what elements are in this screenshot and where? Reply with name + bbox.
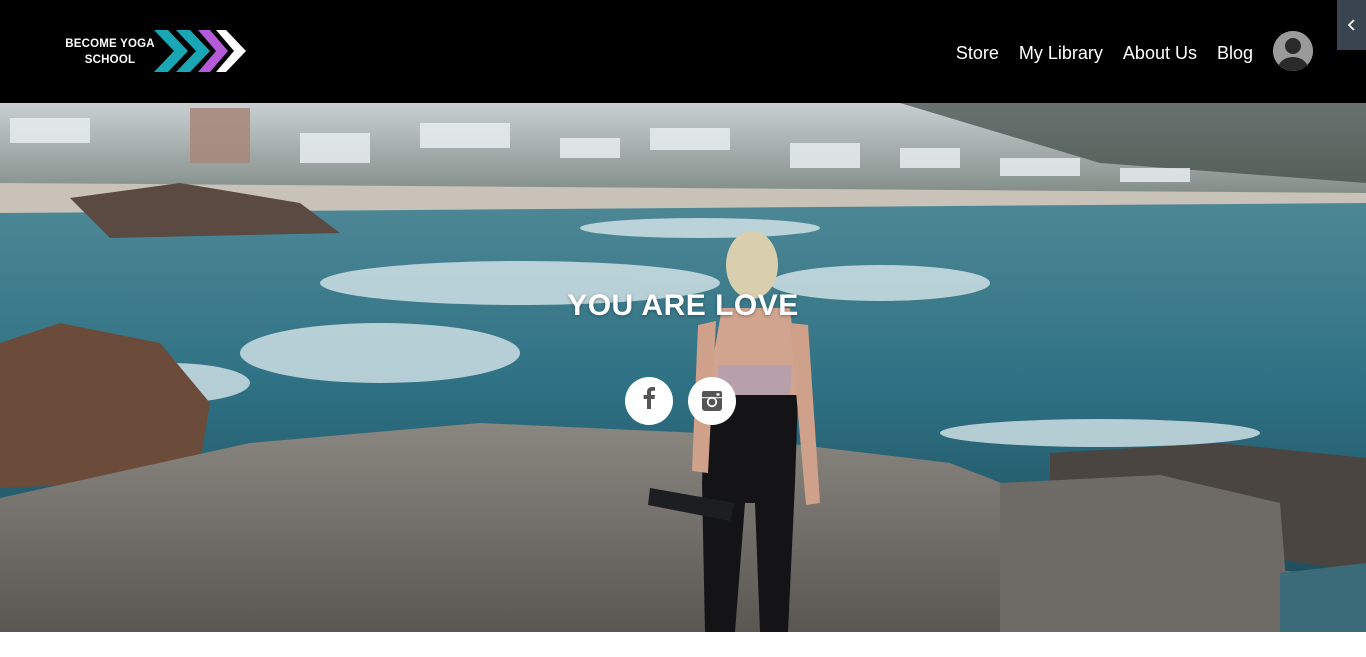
hero-background-image [0,103,1366,632]
user-silhouette-icon [1273,31,1313,71]
logo-chevrons-icon [154,30,246,72]
nav-about-us[interactable]: About Us [1123,38,1197,68]
instagram-icon [702,391,722,411]
user-avatar[interactable] [1273,31,1313,71]
logo-line-1: BECOME YOGA [65,38,155,50]
site-logo[interactable]: BECOME YOGA SCHOOL [60,28,250,74]
main-nav: Store My Library About Us Blog [936,38,1253,68]
nav-store[interactable]: Store [956,38,999,68]
logo-text: BECOME YOGA SCHOOL [60,36,160,68]
facebook-icon [642,387,656,415]
chevron-left-icon [1347,19,1355,31]
logo-line-2: SCHOOL [84,54,136,66]
nav-blog[interactable]: Blog [1217,38,1253,68]
nav-my-library[interactable]: My Library [1019,38,1103,68]
facebook-button[interactable] [625,377,673,425]
site-header: BECOME YOGA SCHOOL Store My Library Abou… [0,0,1366,103]
instagram-button[interactable] [688,377,736,425]
collapse-panel-button[interactable] [1337,0,1366,50]
hero-title: YOU ARE LOVE [567,289,799,322]
hero-banner: YOU ARE LOVE [0,103,1366,632]
